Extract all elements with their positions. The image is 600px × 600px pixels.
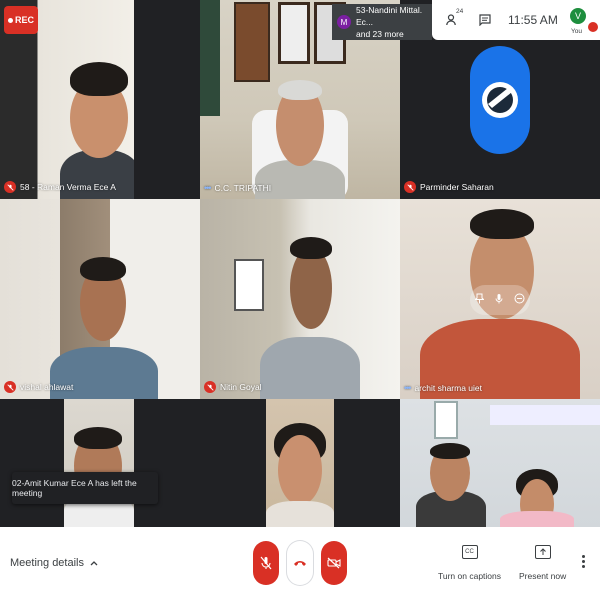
wall-board bbox=[490, 405, 600, 425]
participants-summary: 53-Nandini Mittal. Ec... and 23 more bbox=[356, 4, 432, 40]
video-tile-row3-mid[interactable] bbox=[266, 399, 334, 527]
wall-frame bbox=[278, 2, 310, 64]
participant-avatar bbox=[470, 46, 530, 154]
participant-name-label: ••• C.C. TRIPATHI bbox=[204, 183, 271, 193]
camera-toggle-button[interactable] bbox=[321, 541, 347, 585]
toast-text: 02-Amit Kumar Ece A has left the meeting bbox=[12, 478, 137, 498]
video-tile-vishal[interactable]: vishal ahlawat bbox=[0, 199, 200, 399]
meeting-details-button[interactable]: Meeting details bbox=[10, 557, 98, 569]
chat-icon[interactable] bbox=[476, 11, 494, 29]
mic-off-icon bbox=[4, 181, 16, 193]
wall-frame bbox=[434, 401, 458, 439]
video-tile-row3-left[interactable] bbox=[64, 399, 134, 527]
self-label: You bbox=[571, 28, 582, 35]
wall-frame bbox=[234, 2, 270, 82]
pin-icon[interactable] bbox=[474, 291, 486, 309]
self-mic-off-icon bbox=[588, 22, 598, 32]
video-tile-row3-right[interactable] bbox=[400, 399, 600, 527]
recording-label: REC bbox=[14, 15, 34, 25]
captions-icon: CC bbox=[461, 545, 478, 559]
clock-time: 11:55 AM bbox=[508, 13, 558, 27]
participant-name-label: ••• archit sharma uiet bbox=[404, 383, 482, 393]
remove-participant-icon[interactable] bbox=[514, 291, 525, 309]
meeting-details-label: Meeting details bbox=[10, 557, 84, 569]
captions-label: Turn on captions bbox=[438, 571, 501, 581]
participants-first: 53-Nandini Mittal. Ec... bbox=[356, 5, 423, 27]
bottom-control-bar: Meeting details CC Turn on captions Pres… bbox=[0, 527, 600, 600]
avatar-image-icon bbox=[482, 82, 518, 118]
participant-name: 58 - Raman Verma Ece A bbox=[20, 182, 116, 192]
present-label: Present now bbox=[519, 571, 567, 581]
speaking-indicator-icon: ••• bbox=[204, 183, 212, 193]
participant-avatar: M bbox=[337, 15, 351, 29]
tile-hover-controls bbox=[470, 285, 530, 315]
captions-button[interactable]: CC Turn on captions bbox=[438, 545, 501, 581]
more-options-icon[interactable] bbox=[582, 555, 586, 568]
participant-name-label: vishal ahlawat bbox=[4, 381, 73, 393]
present-icon bbox=[534, 545, 551, 559]
mic-off-icon bbox=[4, 381, 16, 393]
leave-call-button[interactable] bbox=[287, 541, 313, 585]
video-tile-parminder[interactable]: Parminder Saharan bbox=[400, 40, 600, 199]
mic-off-icon bbox=[204, 381, 216, 393]
wall-board bbox=[234, 259, 264, 311]
self-avatar[interactable]: V bbox=[570, 8, 586, 24]
participant-name: Nitin Goyal bbox=[220, 382, 262, 392]
mic-off-icon bbox=[404, 181, 416, 193]
mic-off-icon bbox=[260, 556, 272, 570]
wall-frame bbox=[200, 0, 220, 116]
recording-indicator: REC bbox=[4, 6, 38, 34]
people-icon[interactable]: 24 bbox=[444, 8, 464, 29]
participant-name-label: 58 - Raman Verma Ece A bbox=[4, 181, 116, 193]
people-count: 24 bbox=[456, 8, 464, 15]
video-tile-nitin[interactable]: Nitin Goyal bbox=[200, 199, 400, 399]
mute-participant-icon[interactable] bbox=[495, 291, 503, 309]
participant-name: Parminder Saharan bbox=[420, 182, 494, 192]
present-now-button[interactable]: Present now bbox=[519, 545, 566, 581]
participant-name-label: Nitin Goyal bbox=[204, 381, 262, 393]
participants-more: and 23 more bbox=[356, 29, 404, 39]
participant-name-label: Parminder Saharan bbox=[404, 181, 494, 193]
notification-toast: 02-Amit Kumar Ece A has left the meeting bbox=[12, 472, 158, 504]
microphone-toggle-button[interactable] bbox=[253, 541, 279, 585]
participant-name: archit sharma uiet bbox=[414, 383, 483, 393]
participants-pill[interactable]: M 53-Nandini Mittal. Ec... and 23 more bbox=[332, 4, 432, 40]
camera-off-icon bbox=[327, 557, 341, 569]
hang-up-icon bbox=[294, 561, 306, 566]
speaking-indicator-icon: ••• bbox=[404, 383, 412, 393]
participant-name: C.C. TRIPATHI bbox=[214, 183, 272, 193]
participant-name: vishal ahlawat bbox=[20, 382, 74, 392]
top-bar: 24 11:55 AM V You bbox=[432, 0, 600, 40]
record-dot-icon bbox=[7, 17, 13, 23]
chevron-up-icon bbox=[90, 561, 98, 566]
